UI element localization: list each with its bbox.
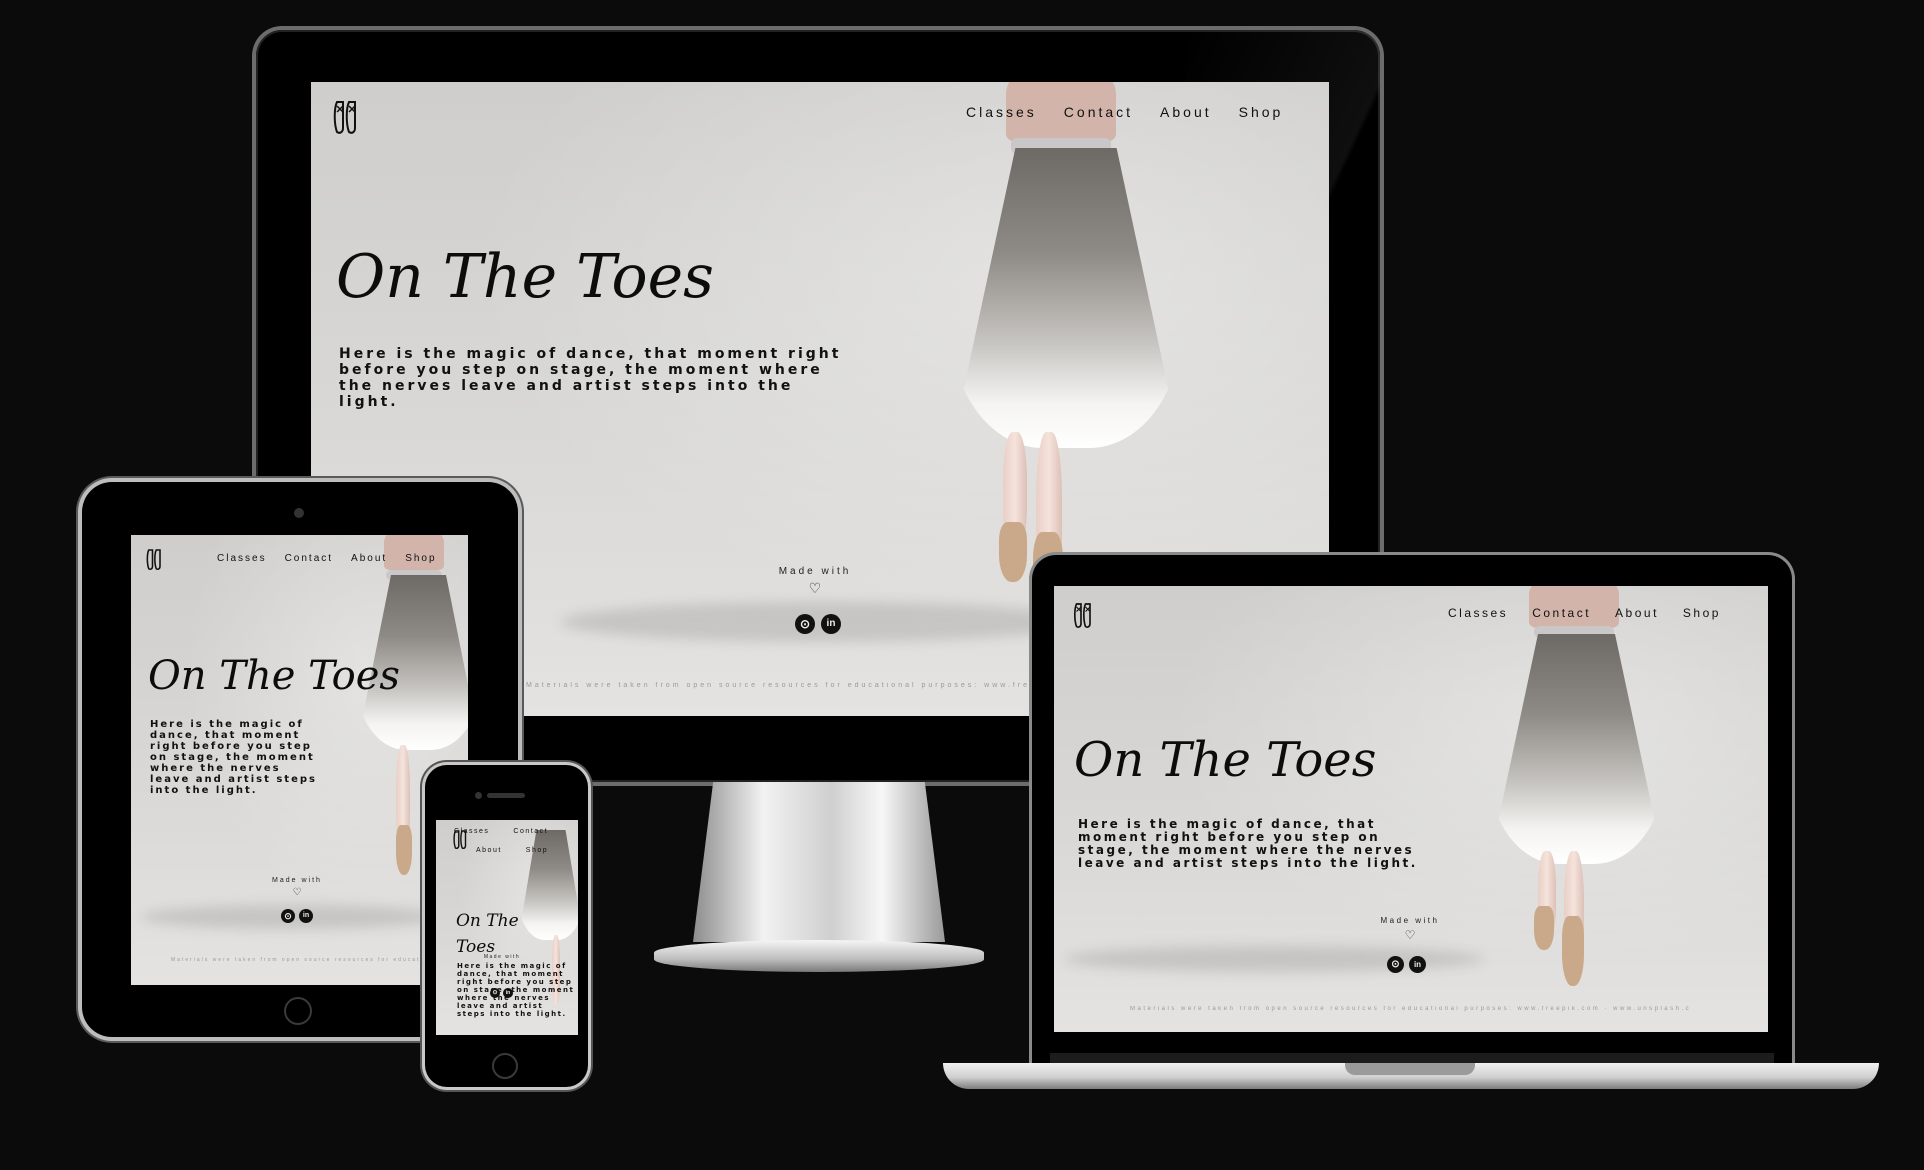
linkedin-icon[interactable]: in [1409, 956, 1426, 973]
camera-icon [475, 792, 482, 799]
ballet-shoes-logo-icon[interactable] [1072, 600, 1096, 632]
nav-about[interactable]: About [351, 553, 387, 564]
laptop-screen: Classes Contact About Shop On The Toes H… [1054, 586, 1768, 1032]
monitor-stand-base [654, 940, 984, 972]
heart-icon: ♡ [808, 580, 822, 596]
github-icon[interactable]: ⊙ [281, 909, 295, 923]
nav-shop[interactable]: Shop [1239, 104, 1284, 120]
laptop-trackpad-notch [1345, 1063, 1475, 1075]
hero-description: Here is the magic of dance, that moment … [457, 962, 575, 1018]
nav-contact[interactable]: Contact [285, 553, 333, 564]
github-icon[interactable]: ⊙ [1387, 956, 1404, 973]
made-with-label: Made with [1380, 916, 1440, 925]
nav-about[interactable]: About [1160, 104, 1212, 120]
tablet-screen: Classes Contact About Shop On The Toes H… [131, 535, 468, 985]
main-nav: Classes Contact About Shop [217, 553, 437, 564]
monitor-stand [693, 782, 945, 942]
made-with-label: Made with [272, 877, 322, 884]
laptop-hinge [1050, 1053, 1774, 1063]
ballet-shoes-logo-icon[interactable] [331, 98, 363, 138]
made-with-label: Made with [778, 566, 852, 577]
nav-classes[interactable]: Classes [1448, 606, 1508, 620]
github-icon[interactable]: ⊙ [795, 614, 815, 634]
credit-footer: Materials were taken from open source re… [1130, 1006, 1690, 1012]
nav-shop[interactable]: Shop [526, 847, 548, 854]
dancer-photo [1484, 586, 1674, 1006]
linkedin-icon[interactable]: in [503, 988, 513, 998]
linkedin-icon[interactable]: in [299, 909, 313, 923]
speaker-grille [487, 793, 525, 798]
heart-icon: ♡ [1404, 928, 1416, 942]
hero-description: Here is the magic of dance, that moment … [150, 719, 317, 796]
social-links: ⊙ in [1387, 956, 1426, 973]
nav-about[interactable]: About [476, 847, 502, 854]
nav-classes[interactable]: Classes [217, 553, 267, 564]
nav-about[interactable]: About [1615, 606, 1659, 620]
credit-footer: Materials were taken from open source re… [526, 682, 1086, 689]
home-button [284, 997, 312, 1025]
hero-title: On The Toes [148, 653, 400, 699]
main-nav: Classes Contact About Shop [966, 104, 1283, 120]
made-with-label: Made with [483, 954, 521, 960]
phone-screen: Classes Contact About Shop On The Toes M… [436, 820, 578, 1035]
nav-shop[interactable]: Shop [405, 553, 436, 564]
nav-contact[interactable]: Contact [1064, 104, 1133, 120]
social-links: ⊙ in [490, 988, 513, 998]
nav-classes[interactable]: Classes [454, 828, 489, 835]
home-button [492, 1053, 518, 1079]
nav-contact[interactable]: Contact [513, 828, 548, 835]
nav-shop[interactable]: Shop [1683, 606, 1721, 620]
github-icon[interactable]: ⊙ [490, 988, 500, 998]
heart-icon: ♡ [292, 887, 302, 898]
hero-title: On The Toes [456, 911, 519, 957]
linkedin-icon[interactable]: in [821, 614, 841, 634]
social-links: ⊙ in [795, 614, 841, 634]
nav-contact[interactable]: Contact [1532, 606, 1591, 620]
hero-description: Here is the magic of dance, that moment … [1078, 817, 1418, 870]
hero-title: On The Toes [336, 242, 714, 312]
main-nav: Classes Contact About Shop [1448, 606, 1721, 620]
hero-description: Here is the magic of dance, that moment … [339, 346, 842, 410]
credit-footer: Materials were taken from open source re… [171, 957, 431, 963]
main-nav: Classes Contact About Shop [454, 828, 574, 854]
camera-icon [294, 508, 304, 518]
nav-classes[interactable]: Classes [966, 104, 1037, 120]
ballet-shoes-logo-icon[interactable] [145, 547, 165, 573]
social-links: ⊙ in [281, 909, 313, 923]
hero-title: On The Toes [1074, 732, 1377, 788]
